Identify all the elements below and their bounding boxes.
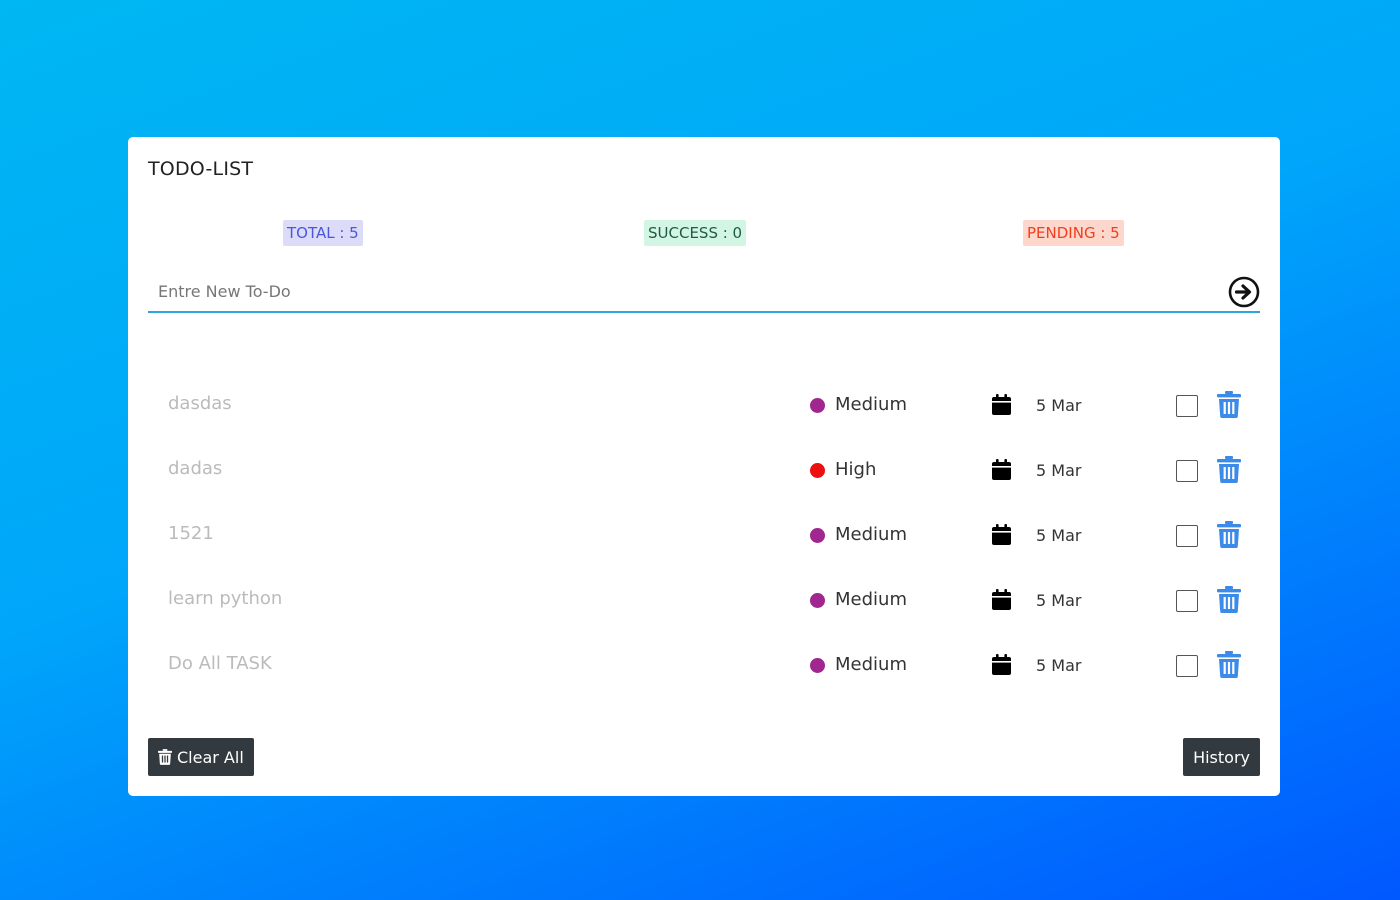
delete-task-button[interactable]: [1216, 391, 1242, 419]
trash-icon: [158, 749, 172, 765]
trash-icon: [1217, 651, 1241, 678]
task-done-checkbox[interactable]: [1176, 590, 1198, 612]
total-badge: TOTAL : 5: [283, 220, 363, 246]
priority-dot: [810, 658, 825, 673]
due-date: 5 Mar: [1036, 461, 1082, 480]
trash-icon: [1217, 456, 1241, 483]
task-row: dadas High 5 Mar: [148, 438, 1260, 503]
trash-icon: [1217, 521, 1241, 548]
task-done-checkbox[interactable]: [1176, 525, 1198, 547]
task-name: Do All TASK: [168, 653, 272, 674]
due-date: 5 Mar: [1036, 526, 1082, 545]
task-row: Do All TASK Medium 5 Mar: [148, 633, 1260, 698]
due-date: 5 Mar: [1036, 396, 1082, 415]
task-done-checkbox[interactable]: [1176, 655, 1198, 677]
delete-task-button[interactable]: [1216, 651, 1242, 679]
task-name: 1521: [168, 523, 214, 544]
new-todo-row: [148, 271, 1260, 313]
task-name: dasdas: [168, 393, 232, 414]
task-row: dasdas Medium 5 Mar: [148, 373, 1260, 438]
priority-dot: [810, 593, 825, 608]
priority-dot: [810, 528, 825, 543]
app-title: TODO-LIST: [148, 158, 254, 180]
task-name: dadas: [168, 458, 223, 479]
due-date: 5 Mar: [1036, 591, 1082, 610]
delete-task-button[interactable]: [1216, 586, 1242, 614]
priority-label: High: [835, 459, 877, 480]
task-row: 1521 Medium 5 Mar: [148, 503, 1260, 568]
delete-task-button[interactable]: [1216, 456, 1242, 484]
task-name: learn python: [168, 588, 283, 609]
success-badge: SUCCESS : 0: [644, 220, 747, 246]
calendar-icon: [992, 654, 1011, 675]
clear-all-button[interactable]: Clear All: [148, 738, 254, 776]
priority-dot: [810, 463, 825, 478]
task-row: learn python Medium 5 Mar: [148, 568, 1260, 633]
new-todo-input[interactable]: [148, 271, 1218, 311]
calendar-icon: [992, 394, 1011, 415]
arrow-circle-right-icon: [1228, 276, 1260, 308]
priority-label: Medium: [835, 394, 907, 415]
calendar-icon: [992, 589, 1011, 610]
priority-label: Medium: [835, 524, 907, 545]
trash-icon: [1217, 586, 1241, 613]
task-done-checkbox[interactable]: [1176, 460, 1198, 482]
history-button[interactable]: History: [1183, 738, 1260, 776]
due-date: 5 Mar: [1036, 656, 1082, 675]
delete-task-button[interactable]: [1216, 521, 1242, 549]
priority-dot: [810, 398, 825, 413]
calendar-icon: [992, 459, 1011, 480]
calendar-icon: [992, 524, 1011, 545]
priority-label: Medium: [835, 654, 907, 675]
todo-card: TODO-LIST TOTAL : 5 SUCCESS : 0 PENDING …: [128, 137, 1280, 796]
pending-badge: PENDING : 5: [1023, 220, 1124, 246]
clear-all-label: Clear All: [177, 747, 244, 767]
task-list: dasdas Medium 5 Mar dadas High 5 Mar 152…: [148, 373, 1260, 698]
task-done-checkbox[interactable]: [1176, 395, 1198, 417]
add-todo-button[interactable]: [1228, 276, 1260, 308]
priority-label: Medium: [835, 589, 907, 610]
trash-icon: [1217, 391, 1241, 418]
